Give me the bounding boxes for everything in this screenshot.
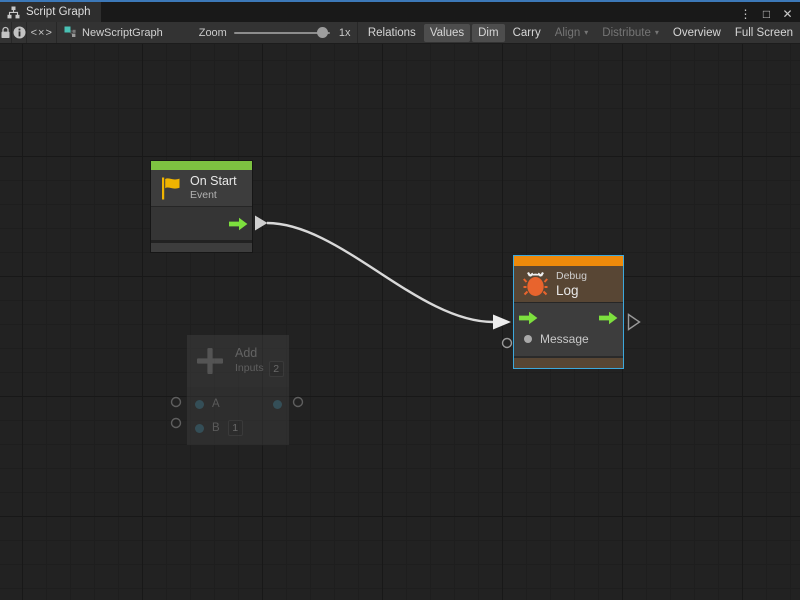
connections-overlay: [0, 44, 800, 600]
toolbar-buttons: Relations Values Dim Carry Align ▾ Distr…: [358, 22, 800, 43]
message-unconnected-port[interactable]: [503, 339, 512, 348]
exec-output-port[interactable]: [229, 217, 248, 231]
info-icon: [13, 26, 26, 39]
chevron-down-icon: ▾: [584, 28, 588, 37]
input-b-port[interactable]: [195, 424, 204, 433]
port-a-label: A: [212, 398, 220, 410]
debug-log-ports: Message: [514, 303, 623, 356]
window-menu-icon[interactable]: ⋮: [737, 5, 754, 23]
relations-button[interactable]: Relations: [362, 24, 422, 42]
dim-button[interactable]: Dim: [472, 24, 504, 42]
flag-icon: [160, 176, 182, 201]
inputs-label: Inputs: [235, 362, 264, 375]
node-title: Log: [556, 283, 587, 298]
graph-canvas[interactable]: On Start Event: [0, 44, 800, 600]
code-preview-button[interactable]: <×>: [27, 22, 57, 43]
chevron-down-icon: ▾: [655, 28, 659, 37]
node-on-start[interactable]: On Start Event: [150, 160, 253, 253]
add-output-unconnected-port[interactable]: [294, 398, 303, 407]
carry-button[interactable]: Carry: [507, 24, 547, 42]
fullscreen-button[interactable]: Full Screen: [729, 24, 799, 42]
node-title: On Start: [190, 174, 237, 189]
debug-color-bar: [514, 256, 623, 266]
bug-icon: [523, 270, 548, 298]
zoom-value: 1x: [337, 27, 351, 39]
node-subtitle: Event: [190, 189, 237, 202]
graph-toolbar: <×> NewScriptGraph Zoom 1x Relatio: [0, 22, 800, 44]
zoom-slider-handle[interactable]: [317, 27, 328, 38]
input-a-port[interactable]: [195, 400, 204, 409]
tab-bar: Script Graph ⋮ □ ✕: [0, 2, 800, 22]
on-start-ports: [151, 207, 252, 240]
tab-script-graph[interactable]: Script Graph: [0, 2, 101, 22]
exec-input-port[interactable]: [519, 311, 538, 325]
node-debug-log[interactable]: Debug Log: [513, 255, 624, 369]
inputs-count-field[interactable]: 2: [269, 361, 284, 377]
message-port-label: Message: [540, 332, 589, 346]
wire-source-arrowhead: [255, 216, 268, 231]
node-category: Debug: [556, 270, 587, 283]
add-header: Add Inputs 2: [187, 335, 289, 387]
add-ports: A B 1: [187, 387, 289, 445]
exec-output-port[interactable]: [599, 311, 618, 325]
inspect-button[interactable]: [12, 22, 27, 43]
window-controls: ⋮ □ ✕: [737, 4, 796, 24]
overview-button[interactable]: Overview: [667, 24, 727, 42]
zoom-label: Zoom: [199, 27, 227, 39]
graph-hierarchy-icon: [7, 6, 20, 19]
on-start-footer: [151, 243, 252, 252]
lock-icon: [0, 26, 11, 39]
port-b-label: B: [212, 422, 220, 434]
lock-button[interactable]: [0, 22, 12, 43]
zoom-control: Zoom 1x: [163, 22, 351, 43]
plus-icon: [194, 345, 226, 377]
node-title: Add: [235, 346, 284, 361]
zoom-slider[interactable]: [234, 26, 330, 40]
graph-name-label: NewScriptGraph: [82, 27, 163, 39]
debug-log-footer: [514, 358, 623, 368]
debug-log-output-unconnected-port[interactable]: [629, 315, 640, 330]
maximize-icon[interactable]: □: [758, 5, 775, 23]
values-button[interactable]: Values: [424, 24, 470, 42]
add-input-a-unconnected-port[interactable]: [172, 398, 181, 407]
zoom-slider-track[interactable]: [234, 32, 330, 34]
close-icon[interactable]: ✕: [779, 5, 796, 23]
graph-reference[interactable]: NewScriptGraph: [57, 22, 163, 43]
script-graph-window: Script Graph ⋮ □ ✕ <×>: [0, 0, 800, 600]
port-b-value-field[interactable]: 1: [228, 420, 243, 436]
sum-output-port[interactable]: [273, 400, 282, 409]
exec-connection-wire[interactable]: [267, 223, 493, 322]
wire-target-arrowhead: [493, 315, 511, 330]
add-input-b-unconnected-port[interactable]: [172, 419, 181, 428]
align-dropdown[interactable]: Align ▾: [549, 24, 595, 42]
message-value-port[interactable]: [524, 335, 532, 343]
event-color-bar: [151, 161, 252, 170]
debug-log-header: Debug Log: [514, 266, 623, 303]
script-graph-asset-icon: [64, 26, 77, 39]
distribute-dropdown[interactable]: Distribute ▾: [596, 24, 665, 42]
node-add[interactable]: Add Inputs 2 A B 1: [186, 334, 290, 446]
tab-title: Script Graph: [26, 6, 91, 18]
on-start-header: On Start Event: [151, 170, 252, 207]
